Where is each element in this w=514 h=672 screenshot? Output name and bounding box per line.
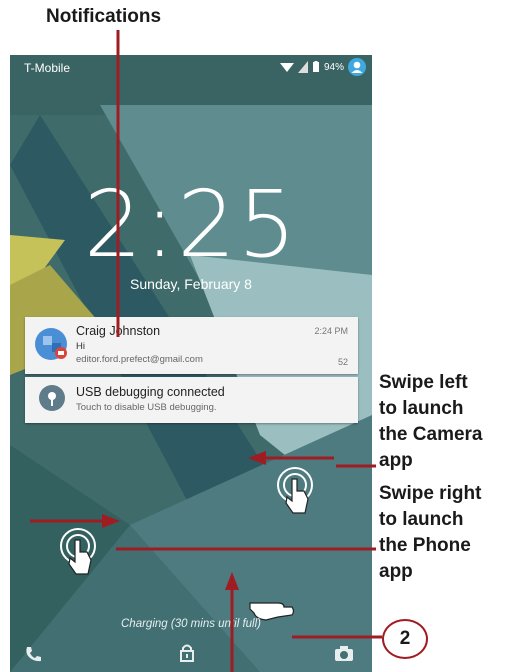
notification-account: editor.ford.prefect@gmail.com (76, 354, 203, 365)
charging-status: Charging (30 mins until full) (121, 618, 261, 630)
step-number-badge: 2 (382, 619, 428, 659)
notification-count: 52 (337, 357, 348, 367)
camera-callout-label: Swipe left to launch the Camera app (379, 372, 483, 471)
phone-icon[interactable] (24, 645, 42, 663)
tap-hand-icon-camera (277, 467, 313, 514)
android-debug-icon (39, 385, 65, 411)
notification-message: Hi (76, 341, 85, 352)
tap-hand-icon-phone (60, 528, 96, 575)
phone-callout-label: Swipe right to launch the Phone app (379, 483, 482, 582)
gmail-avatar-icon (35, 328, 67, 360)
notification-text: Touch to disable USB debugging. (76, 402, 217, 413)
lock-icon[interactable] (178, 643, 196, 663)
lockscreen-date: Sunday, February 8 (130, 276, 252, 292)
battery-percent: 94% (323, 61, 344, 73)
signal-icon (297, 61, 308, 73)
notification-email[interactable]: Craig Johnston Hi editor.ford.prefect@gm… (25, 317, 358, 374)
lockscreen-clock: 2:25 (83, 171, 299, 278)
user-avatar-icon[interactable] (348, 58, 366, 76)
notification-sender: Craig Johnston (76, 324, 161, 338)
lock-screen: T-Mobile 94% 2:25 Sunday, February 8 Cra… (10, 55, 372, 672)
wifi-icon (279, 63, 294, 72)
camera-icon[interactable] (334, 645, 354, 662)
notifications-callout-label: Notifications (46, 6, 162, 27)
status-bar: T-Mobile 94% (10, 55, 372, 81)
carrier-name: T-Mobile (24, 61, 71, 75)
notification-usb-debugging[interactable]: USB debugging connected Touch to disable… (25, 377, 358, 423)
notification-title: USB debugging connected (76, 385, 225, 399)
battery-icon (312, 61, 319, 72)
notification-time: 2:24 PM (314, 326, 348, 336)
